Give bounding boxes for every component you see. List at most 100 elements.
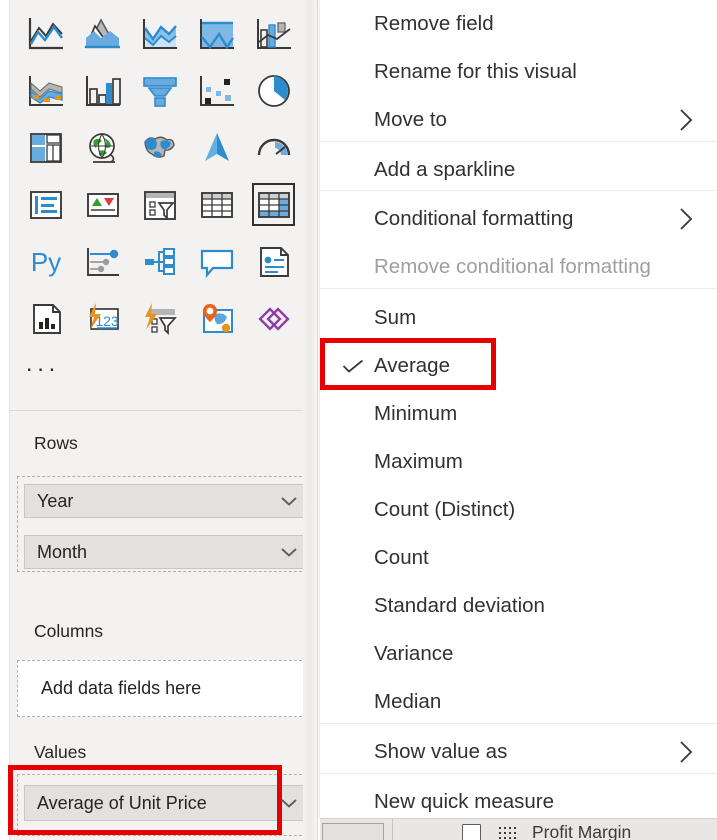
qna-visual-icon[interactable]: [188, 233, 245, 290]
menu-item-label: Maximum: [374, 450, 463, 473]
menu-item-label: Count: [374, 546, 429, 569]
treemap-icon[interactable]: [17, 119, 74, 176]
menu-item-median[interactable]: Median: [320, 678, 717, 726]
checkmark-icon: [342, 359, 364, 373]
menu-item-add-a-sparkline[interactable]: Add a sparkline: [320, 146, 717, 194]
area-chart-filled-icon[interactable]: [188, 5, 245, 62]
table-icon[interactable]: [188, 176, 245, 233]
menu-item-new-quick-measure[interactable]: New quick measure: [320, 778, 717, 818]
field-chip-average-of-unit-price[interactable]: Average of Unit Price: [24, 785, 310, 821]
pie-chart-icon[interactable]: [245, 62, 302, 119]
menu-item-label: New quick measure: [374, 790, 555, 813]
menu-item-label: Average: [374, 354, 450, 377]
visualization-type-grid: Py 123: [9, 5, 317, 347]
gauge-icon[interactable]: [245, 119, 302, 176]
field-checkbox[interactable]: [462, 824, 481, 840]
filled-map-icon[interactable]: [131, 119, 188, 176]
ribbon-chart-icon[interactable]: [17, 62, 74, 119]
menu-item-variance[interactable]: Variance: [320, 630, 717, 678]
map-globe-icon[interactable]: [74, 119, 131, 176]
r-script-visual-icon[interactable]: [302, 176, 317, 233]
svg-text:Py: Py: [30, 247, 60, 277]
pane-vertical-divider: [392, 819, 393, 840]
matrix-icon[interactable]: [245, 176, 302, 233]
decomposition-tree-icon[interactable]: [131, 233, 188, 290]
chevron-down-icon[interactable]: [279, 495, 299, 507]
drag-handle-icon: [499, 827, 516, 839]
menu-item-label: Remove field: [374, 12, 494, 35]
menu-item-label: Move to: [374, 108, 447, 131]
chevron-right-icon: [680, 109, 693, 131]
field-chip-month[interactable]: Month: [24, 535, 310, 569]
fields-pane-field-label: Profit Margin: [532, 822, 632, 840]
fields-pane-peek: Profit Margin: [320, 818, 717, 840]
field-context-menu: Remove field Rename for this visual Move…: [320, 0, 717, 818]
card-icon[interactable]: [302, 119, 317, 176]
scatter-chart-icon[interactable]: [188, 62, 245, 119]
pane-divider: [9, 410, 303, 411]
menu-item-show-value-as[interactable]: Show value as: [320, 728, 717, 776]
menu-item-standard-deviation[interactable]: Standard deviation: [320, 582, 717, 630]
field-chip-year[interactable]: Year: [24, 484, 310, 518]
menu-item-average[interactable]: Average: [320, 342, 717, 390]
kpi-icon[interactable]: [74, 176, 131, 233]
power-apps-icon[interactable]: [17, 290, 74, 347]
smart-narrative-icon[interactable]: [245, 233, 302, 290]
menu-item-maximum[interactable]: Maximum: [320, 438, 717, 486]
visualizations-pane: Py 123 ... Rows Year Month Columns Add d…: [0, 0, 318, 840]
menu-item-label: Minimum: [374, 402, 458, 425]
slicer-icon[interactable]: [131, 176, 188, 233]
menu-item-label: Count (Distinct): [374, 498, 516, 521]
values-well-label: Values: [34, 742, 87, 762]
menu-item-label: Show value as: [374, 740, 508, 763]
chevron-down-icon[interactable]: [279, 546, 299, 558]
columns-well-placeholder: Add data fields here: [41, 678, 202, 698]
python-visual-icon[interactable]: Py: [17, 233, 74, 290]
rows-well-label: Rows: [34, 433, 78, 453]
charticulator-icon[interactable]: [302, 290, 317, 347]
donut-chart-icon[interactable]: [302, 62, 317, 119]
power-bi-screen: Py 123 ... Rows Year Month Columns Add d…: [0, 0, 717, 840]
partial-field-chip[interactable]: [322, 823, 384, 840]
stacked-area-line-chart-icon[interactable]: [17, 5, 74, 62]
menu-item-label: Sum: [374, 306, 417, 329]
line-and-stacked-column-chart-icon[interactable]: [302, 5, 317, 62]
menu-item-count-distinct[interactable]: Count (Distinct): [320, 486, 717, 534]
field-chip-average-of-unit-price-label: Average of Unit Price: [37, 792, 207, 813]
chevron-down-icon[interactable]: [279, 797, 299, 809]
menu-item-rename-for-this-visual[interactable]: Rename for this visual: [320, 48, 717, 96]
menu-item-label: Rename for this visual: [374, 60, 577, 83]
columns-well-dropzone[interactable]: Add data fields here: [17, 660, 317, 717]
stacked-area-chart-icon[interactable]: [131, 5, 188, 62]
menu-item-count[interactable]: Count: [320, 534, 717, 582]
visio-visual-icon[interactable]: [245, 290, 302, 347]
arcgis-map-icon[interactable]: [188, 119, 245, 176]
menu-item-remove-conditional-formatting: Remove conditional formatting: [320, 243, 717, 291]
menu-item-label: Standard deviation: [374, 594, 545, 617]
menu-item-remove-field[interactable]: Remove field: [320, 0, 717, 48]
columns-well-label: Columns: [34, 621, 104, 641]
menu-item-label: Add a sparkline: [374, 158, 516, 181]
menu-item-label: Median: [374, 690, 442, 713]
menu-item-conditional-formatting[interactable]: Conditional formatting: [320, 195, 717, 243]
more-visuals-ellipsis[interactable]: ...: [26, 352, 60, 375]
azure-map-icon[interactable]: [188, 290, 245, 347]
funnel-chart-icon[interactable]: [131, 62, 188, 119]
field-chip-month-label: Month: [37, 541, 88, 562]
line-and-clustered-column-chart-icon[interactable]: [245, 5, 302, 62]
waterfall-chart-icon[interactable]: [74, 62, 131, 119]
menu-item-minimum[interactable]: Minimum: [320, 390, 717, 438]
menu-item-move-to[interactable]: Move to: [320, 96, 717, 144]
chevron-right-icon: [680, 208, 693, 230]
area-chart-icon[interactable]: [74, 5, 131, 62]
menu-item-label: Variance: [374, 642, 454, 665]
menu-item-sum[interactable]: Sum: [320, 294, 717, 342]
multi-row-card-icon[interactable]: [17, 176, 74, 233]
menu-item-label: Conditional formatting: [374, 207, 574, 230]
power-automate-slicer-icon[interactable]: [131, 290, 188, 347]
power-automate-icon[interactable]: 123: [74, 290, 131, 347]
menu-item-label: Remove conditional formatting: [374, 255, 651, 278]
chevron-right-icon: [680, 741, 693, 763]
key-influencers-icon[interactable]: [74, 233, 131, 290]
paginated-report-icon[interactable]: [302, 233, 317, 290]
